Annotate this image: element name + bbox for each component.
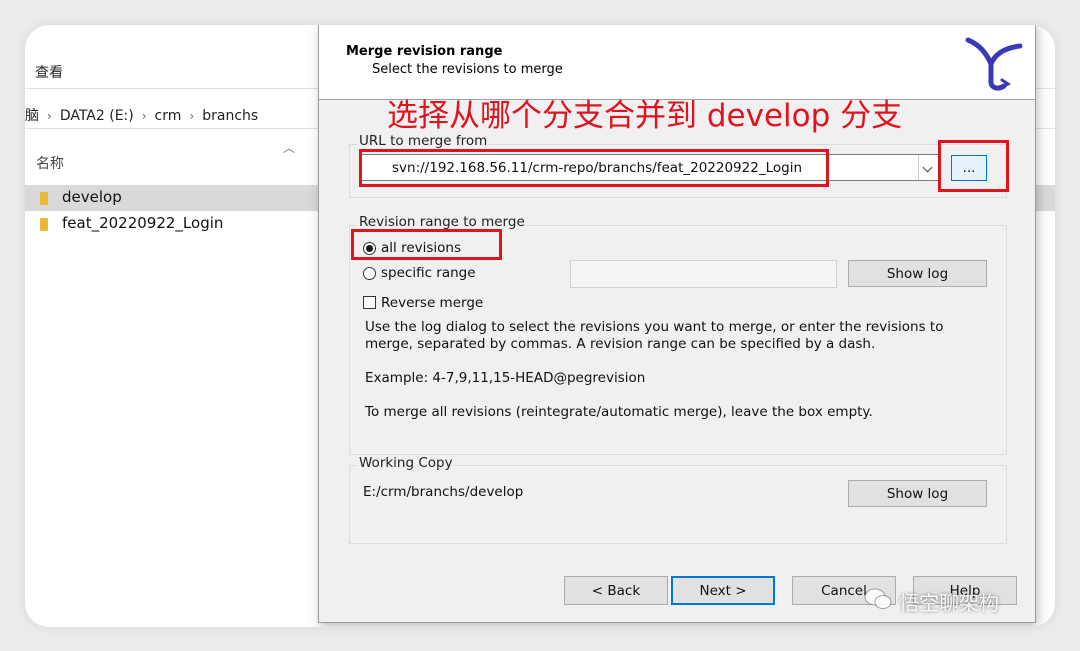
specific-range-label[interactable]: specific range	[381, 265, 476, 281]
explorer-menu-view[interactable]: 查看	[35, 62, 63, 82]
reverse-merge-label[interactable]: Reverse merge	[381, 295, 483, 311]
revision-range-input[interactable]	[570, 260, 837, 288]
tortoisesvn-merge-logo-icon	[965, 37, 1023, 91]
working-copy-show-log-button[interactable]: Show log	[848, 480, 987, 507]
breadcrumb-item[interactable]: branchs	[202, 108, 258, 124]
folder-icon	[40, 218, 48, 231]
file-list-item[interactable]: develop	[25, 185, 325, 211]
revision-help-text: Use the log dialog to select the revisio…	[365, 319, 944, 352]
file-name: develop	[62, 188, 122, 206]
wechat-icon	[864, 588, 892, 609]
sort-ascending-icon: ︿	[283, 141, 296, 155]
watermark-text: 悟空聊架构	[899, 591, 999, 615]
annotation-highlight-url	[359, 149, 829, 187]
breadcrumb-item[interactable]: crm	[155, 108, 182, 124]
url-group-title: URL to merge from	[357, 133, 490, 149]
explorer-divider	[1035, 88, 1055, 89]
merge-dialog: Merge revision range Select the revision…	[318, 25, 1036, 623]
working-copy-path: E:/crm/branchs/develop	[363, 484, 524, 500]
explorer-divider	[1035, 128, 1055, 129]
revision-example-text: Example: 4-7,9,11,15-HEAD@pegrevision	[365, 370, 646, 386]
chevron-right-icon: ›	[189, 109, 195, 123]
breadcrumb-item[interactable]: DATA2 (E:)	[60, 108, 134, 124]
chevron-down-icon[interactable]	[918, 155, 938, 180]
explorer-divider	[25, 88, 325, 89]
folder-icon	[40, 192, 48, 205]
selected-row-edge	[1035, 185, 1055, 211]
column-header-name[interactable]: 名称	[36, 153, 64, 173]
reverse-merge-checkbox[interactable]	[363, 296, 376, 309]
annotation-text: 选择从哪个分支合并到 develop 分支	[387, 98, 903, 134]
explorer-divider	[25, 128, 325, 129]
file-name: feat_20220922_Login	[62, 214, 224, 232]
annotation-highlight-all-revisions	[351, 229, 502, 260]
chevron-right-icon: ›	[47, 109, 52, 123]
dialog-title: Merge revision range	[346, 44, 503, 59]
screenshot-frame: 查看 脑 › DATA2 (E:) › crm › branchs ︿ 名称 develop…	[25, 25, 1055, 627]
revision-show-log-button[interactable]: Show log	[848, 260, 987, 287]
dialog-header: Merge revision range Select the revision…	[319, 25, 1035, 99]
revision-empty-hint: To merge all revisions (reintegrate/auto…	[365, 404, 873, 420]
working-copy-group-title: Working Copy	[357, 455, 455, 471]
back-button[interactable]: < Back	[564, 576, 668, 605]
specific-range-radio[interactable]	[363, 267, 376, 280]
dialog-subtitle: Select the revisions to merge	[372, 62, 563, 77]
breadcrumb[interactable]: 脑 › DATA2 (E:) › crm › branchs	[25, 105, 258, 125]
chevron-right-icon: ›	[141, 109, 147, 123]
revision-range-group-title: Revision range to merge	[357, 214, 527, 230]
next-button[interactable]: Next >	[671, 576, 775, 605]
file-list-item[interactable]: feat_20220922_Login	[25, 211, 325, 237]
breadcrumb-item[interactable]: 脑	[25, 108, 39, 124]
annotation-highlight-browse	[938, 140, 1009, 192]
